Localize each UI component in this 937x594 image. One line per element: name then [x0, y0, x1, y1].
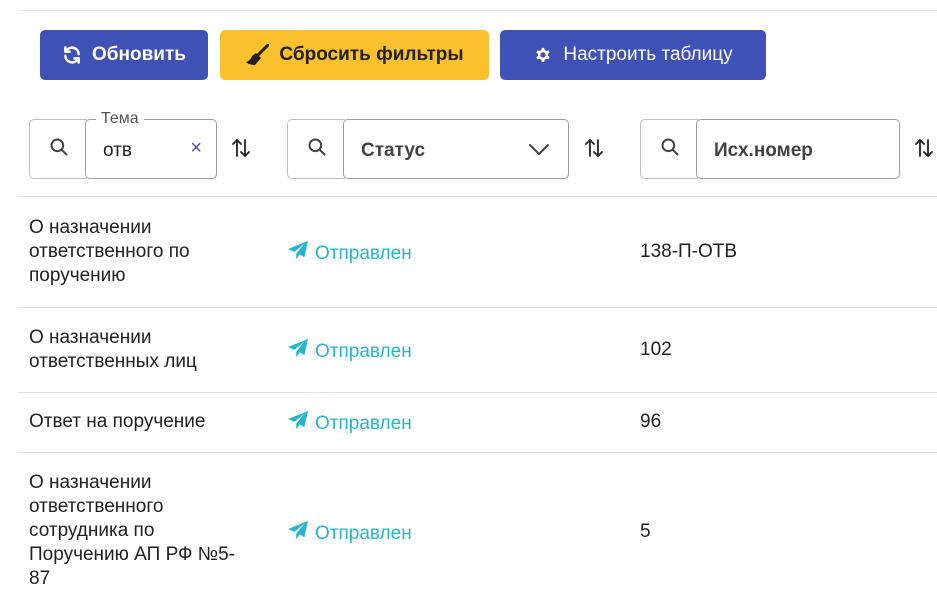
chevron-down-icon [528, 141, 550, 162]
status-filter-select[interactable]: Статус [343, 119, 569, 179]
topic-filter-value: отв [103, 140, 132, 161]
sync-icon [62, 45, 82, 65]
row-status-label: Отправлен [315, 242, 412, 264]
row-status-label: Отправлен [315, 522, 412, 544]
paper-plane-icon [287, 338, 309, 365]
row-number: 138-П-ОТВ [640, 241, 738, 262]
row-status-label: Отправлен [315, 340, 412, 362]
search-icon [49, 137, 69, 162]
sort-icon[interactable] [582, 136, 606, 165]
broom-icon [245, 44, 270, 66]
reset-filters-label: Сбросить фильтры [279, 44, 464, 65]
row-number: 5 [640, 521, 651, 542]
refresh-button-label: Обновить [92, 44, 186, 65]
topic-search-button[interactable] [29, 119, 87, 179]
configure-table-label: Настроить таблицу [563, 44, 733, 65]
search-icon [660, 137, 680, 162]
paper-plane-icon [287, 240, 309, 267]
configure-table-button[interactable]: Настроить таблицу [500, 30, 766, 80]
row-topic[interactable]: О назначении ответственных лиц [29, 326, 249, 374]
out-number-filter-field[interactable]: Исх.номер [696, 119, 900, 179]
search-icon [307, 137, 327, 162]
out-number-search-button[interactable] [640, 119, 698, 179]
row-divider [18, 452, 937, 453]
paper-plane-icon [287, 410, 309, 437]
refresh-button[interactable]: Обновить [40, 30, 208, 80]
topic-filter-field[interactable]: Тема отв × [85, 110, 217, 179]
row-status: Отправлен [287, 520, 412, 547]
row-divider [18, 392, 937, 393]
status-search-button[interactable] [287, 119, 345, 179]
row-topic[interactable]: О назначении ответственного по поручению [29, 216, 249, 288]
paper-plane-icon [287, 520, 309, 547]
clear-icon[interactable]: × [190, 137, 202, 159]
row-status: Отправлен [287, 338, 412, 365]
sort-icon[interactable] [912, 136, 936, 165]
status-filter-placeholder: Статус [361, 140, 426, 161]
row-topic[interactable]: О назначении ответственного сотрудника п… [29, 471, 244, 591]
gear-icon [533, 45, 553, 65]
reset-filters-button[interactable]: Сбросить фильтры [220, 30, 489, 80]
row-status: Отправлен [287, 240, 412, 267]
sort-icon[interactable] [229, 136, 253, 165]
row-divider [18, 196, 937, 197]
row-topic[interactable]: Ответ на поручение [29, 410, 289, 434]
row-number: 102 [640, 339, 672, 360]
out-number-filter-placeholder: Исх.номер [714, 140, 813, 161]
topic-filter-label: Тема [96, 110, 144, 128]
top-divider [18, 10, 937, 11]
row-divider [18, 307, 937, 308]
row-status-label: Отправлен [315, 412, 412, 434]
row-status: Отправлен [287, 410, 412, 437]
row-number: 96 [640, 411, 662, 432]
